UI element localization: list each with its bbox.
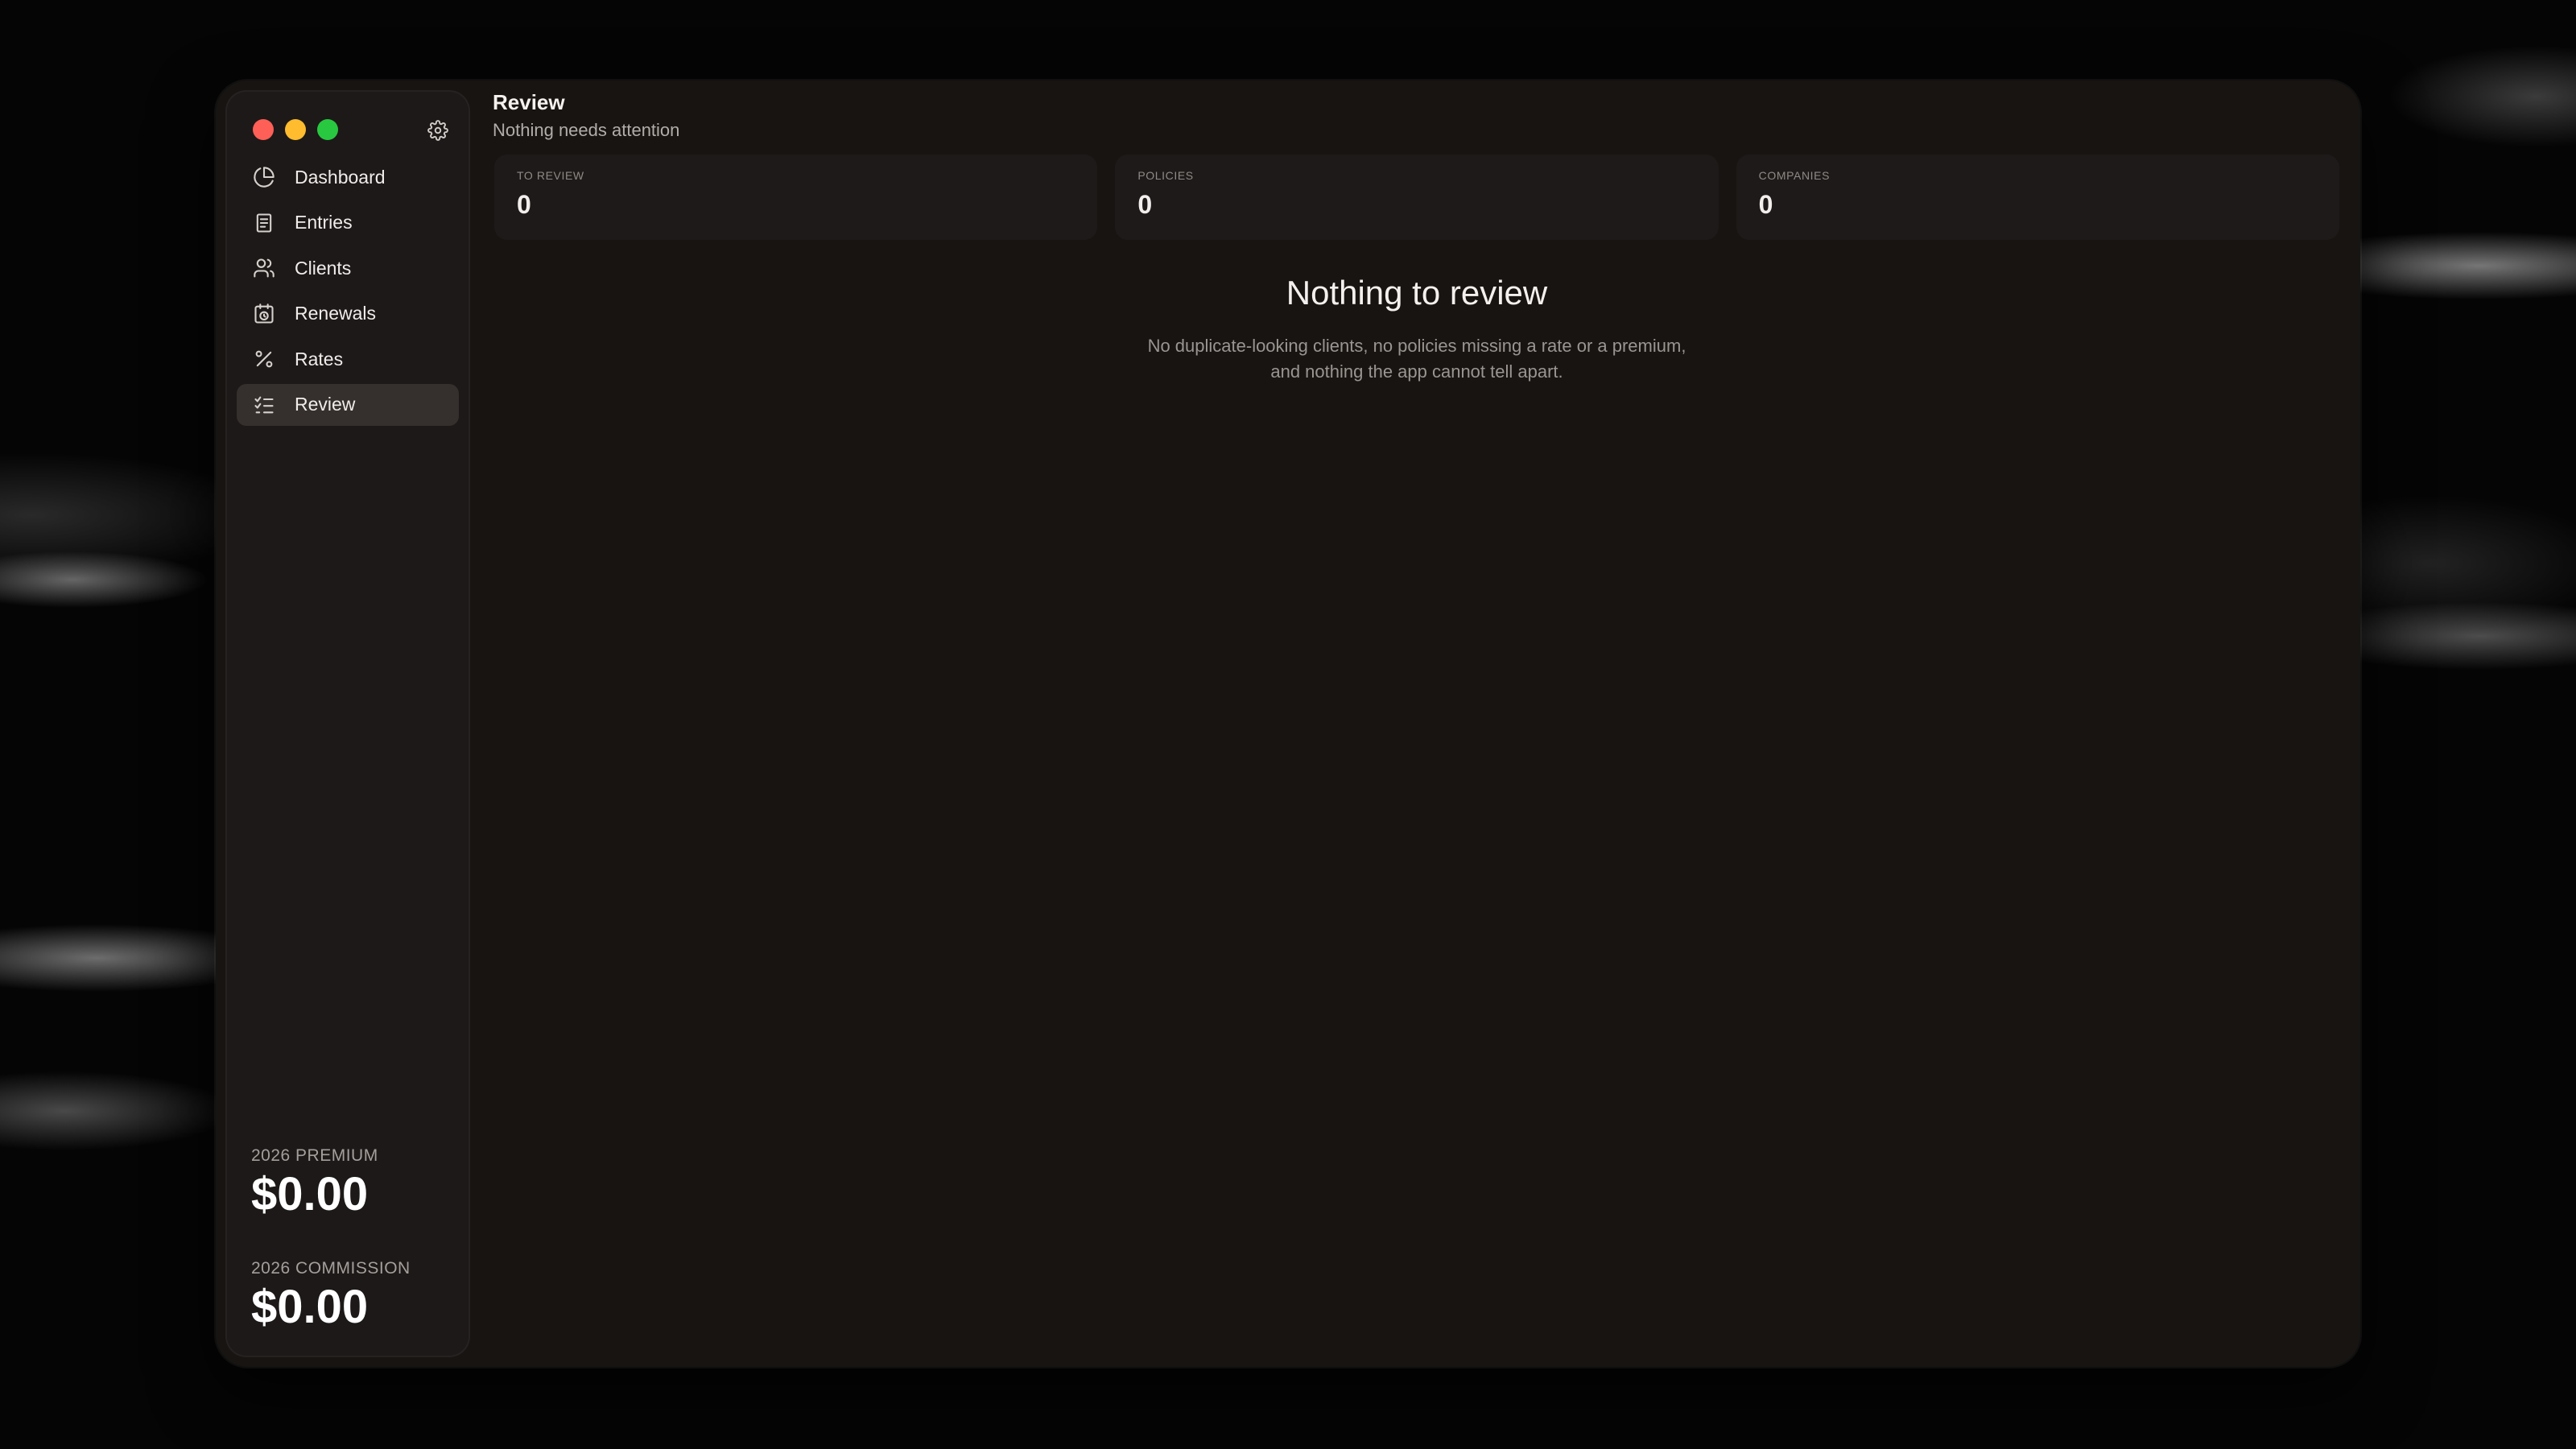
sidebar-item-entries[interactable]: Entries xyxy=(237,202,459,244)
window-close-button[interactable] xyxy=(253,119,274,140)
summary-cards: TO REVIEW 0 POLICIES 0 COMPANIES 0 xyxy=(494,155,2339,240)
sidebar-item-label: Rates xyxy=(295,348,344,369)
window-maximize-button[interactable] xyxy=(317,119,338,140)
sidebar-item-label: Renewals xyxy=(295,303,376,324)
card-label: TO REVIEW xyxy=(517,169,584,182)
sidebar-item-label: Dashboard xyxy=(295,166,386,188)
sidebar-nav: Dashboard Entries Clients Renewals Rates… xyxy=(237,156,459,429)
commission-stat: 2026 COMMISSION $0.00 xyxy=(251,1259,460,1333)
sidebar-item-review[interactable]: Review xyxy=(237,383,459,426)
sidebar-item-label: Clients xyxy=(295,257,352,279)
card-label: COMPANIES xyxy=(1758,169,1831,182)
empty-state-title: Nothing to review xyxy=(1286,274,1548,312)
premium-stat: 2026 PREMIUM $0.00 xyxy=(251,1146,460,1220)
sidebar-item-clients[interactable]: Clients xyxy=(237,247,459,289)
page-subtitle: Nothing needs attention xyxy=(493,120,680,140)
commission-value: $0.00 xyxy=(251,1281,369,1333)
policies-card: POLICIES 0 xyxy=(1115,155,1719,240)
companies-card: COMPANIES 0 xyxy=(1736,155,2339,240)
card-label: POLICIES xyxy=(1137,169,1194,182)
empty-state: Nothing to review No duplicate-looking c… xyxy=(493,274,2341,385)
sidebar: Dashboard Entries Clients Renewals Rates… xyxy=(225,90,470,1357)
commission-label: 2026 COMMISSION xyxy=(251,1259,411,1278)
sidebar-item-label: Review xyxy=(295,394,356,415)
app-window: Dashboard Entries Clients Renewals Rates… xyxy=(216,80,2360,1367)
sidebar-item-label: Entries xyxy=(295,212,353,233)
list-checks-icon xyxy=(251,392,277,418)
card-value: 0 xyxy=(1137,190,1153,219)
premium-value: $0.00 xyxy=(251,1168,369,1220)
window-minimize-button[interactable] xyxy=(285,119,306,140)
users-icon xyxy=(251,255,277,281)
premium-label: 2026 PREMIUM xyxy=(251,1146,378,1165)
pie-chart-icon xyxy=(251,164,277,190)
settings-button[interactable] xyxy=(423,116,452,145)
sidebar-item-dashboard[interactable]: Dashboard xyxy=(237,156,459,198)
gear-icon xyxy=(427,120,448,141)
to-review-card: TO REVIEW 0 xyxy=(494,155,1098,240)
calendar-clock-icon xyxy=(251,301,277,327)
page-header: Review Nothing needs attention xyxy=(493,90,679,141)
sidebar-item-renewals[interactable]: Renewals xyxy=(237,293,459,335)
percent-icon xyxy=(251,346,277,372)
card-value: 0 xyxy=(517,190,531,219)
card-value: 0 xyxy=(1758,190,1773,219)
empty-state-description: No duplicate-looking clients, no policie… xyxy=(1147,336,1686,382)
page-title: Review xyxy=(493,90,565,114)
sidebar-stats: 2026 PREMIUM $0.00 2026 COMMISSION $0.00 xyxy=(251,1146,460,1333)
sidebar-item-rates[interactable]: Rates xyxy=(237,338,459,380)
document-icon xyxy=(251,210,277,236)
